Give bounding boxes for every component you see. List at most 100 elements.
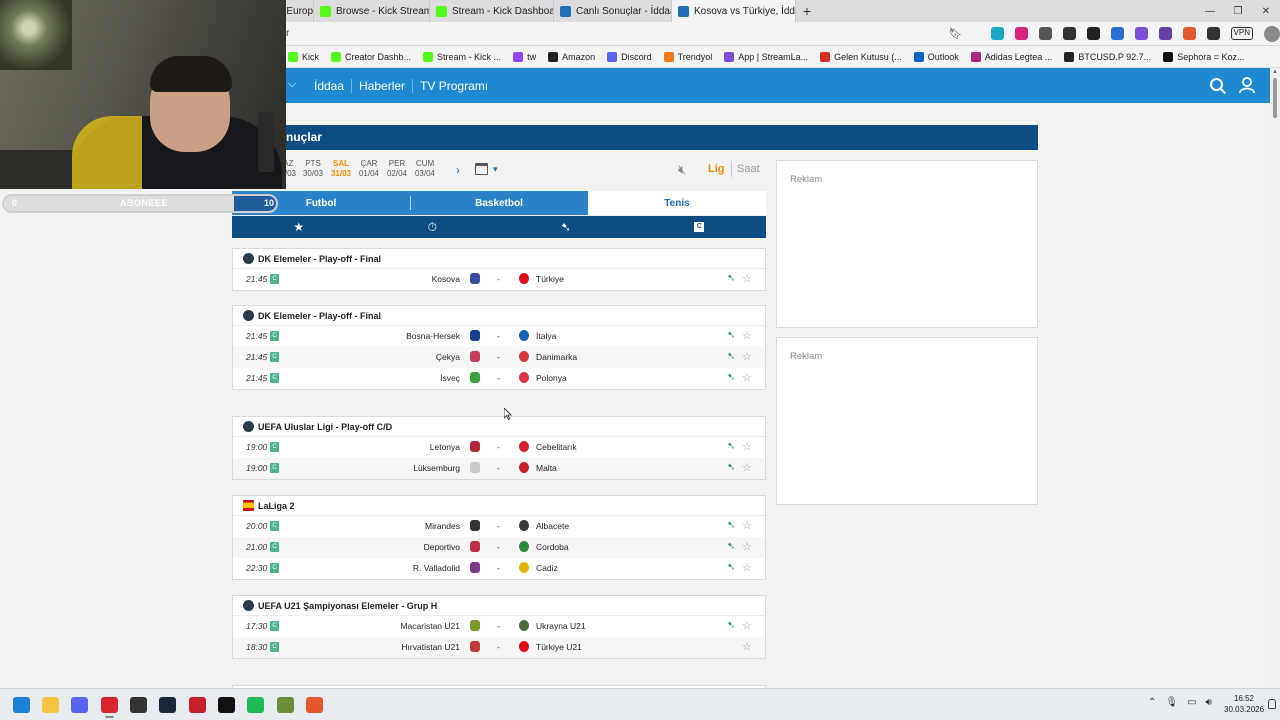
obs-icon[interactable] bbox=[130, 697, 147, 713]
match-row[interactable]: 20:00 C Mirandes - Albacete ➷ ☆ bbox=[233, 516, 765, 537]
away-team[interactable]: Polonya bbox=[536, 373, 567, 383]
file-explorer-icon[interactable] bbox=[42, 697, 59, 713]
extension-icon[interactable] bbox=[1062, 27, 1076, 40]
windows-start-icon[interactable] bbox=[13, 697, 30, 713]
steam-icon[interactable] bbox=[159, 697, 176, 713]
twitch-extension-icon[interactable] bbox=[1158, 27, 1172, 40]
home-team[interactable]: Lüksemburg bbox=[413, 463, 460, 473]
league-header[interactable]: LaLiga 2 bbox=[233, 496, 765, 516]
odds-icon[interactable]: ➷ bbox=[727, 372, 738, 383]
bookmark-icon[interactable]: 🔖︎ bbox=[949, 27, 963, 40]
bookmark-item[interactable]: Sephora = Koz... bbox=[1163, 51, 1244, 62]
league-header[interactable]: DK Elemeler - Play-off - Final bbox=[233, 249, 765, 269]
bookmark-item[interactable]: Amazon bbox=[548, 51, 595, 62]
odds-icon[interactable]: ➷ bbox=[727, 273, 738, 284]
extension-icon[interactable] bbox=[1038, 27, 1052, 40]
brave-shield-icon[interactable] bbox=[1182, 27, 1196, 40]
date-tab[interactable]: SAL 31/03 bbox=[326, 159, 356, 179]
chevron-right-icon[interactable]: › bbox=[456, 163, 460, 177]
vivaldi-icon[interactable] bbox=[101, 697, 118, 718]
sort-by-time-button[interactable]: Saat bbox=[737, 163, 760, 175]
match-row[interactable]: 22:30 C R. Valladolid - Cadiz ➷ ☆ bbox=[233, 558, 765, 579]
page-scrollbar[interactable]: ▲ bbox=[1270, 68, 1280, 688]
away-team[interactable]: Malta bbox=[536, 463, 557, 473]
away-team[interactable]: Cordoba bbox=[536, 542, 569, 552]
live-stream-badge[interactable]: C bbox=[270, 373, 279, 383]
live-stream-badge[interactable]: C bbox=[270, 274, 279, 284]
date-tab[interactable]: CUM 03/04 bbox=[410, 159, 440, 179]
bookmark-item[interactable]: Trendyol bbox=[663, 51, 712, 62]
close-window-icon[interactable]: ✕ bbox=[1252, 6, 1280, 17]
tv-filter-button[interactable]: C bbox=[633, 216, 767, 238]
nav-link-tv-programi[interactable]: TV Programı bbox=[413, 79, 495, 93]
away-team[interactable]: Ukrayna U21 bbox=[536, 621, 586, 631]
odds-icon[interactable]: ➷ bbox=[727, 462, 738, 473]
bookmark-item[interactable]: Gelen Kutusu (... bbox=[820, 51, 902, 62]
bookmark-item[interactable]: Outlook bbox=[913, 51, 959, 62]
tab-tenis[interactable]: Tenis bbox=[588, 191, 766, 215]
volume-icon[interactable]: 🔊︎ bbox=[1206, 697, 1212, 708]
favorite-star-icon[interactable]: ☆ bbox=[742, 561, 752, 574]
browser-tab[interactable]: Canlı Sonuçlar - İddaa Sonu bbox=[554, 0, 672, 22]
odds-icon[interactable]: ➷ bbox=[727, 520, 738, 531]
league-header[interactable]: DK Elemeler - Play-off - Final bbox=[233, 306, 765, 326]
home-team[interactable]: İsveç bbox=[440, 373, 460, 383]
date-tab[interactable]: PER 02/04 bbox=[382, 159, 412, 179]
date-tab[interactable]: ÇAR 01/04 bbox=[354, 159, 384, 179]
capcut-icon[interactable] bbox=[218, 697, 235, 713]
bookmark-item[interactable]: App | StreamLa... bbox=[724, 51, 808, 62]
live-stream-badge[interactable]: C bbox=[270, 621, 279, 631]
extension-icon[interactable] bbox=[1134, 27, 1148, 40]
maximize-icon[interactable]: ❐ bbox=[1224, 6, 1252, 17]
bookmark-item[interactable]: Stream - Kick ... bbox=[423, 51, 501, 62]
bookmark-item[interactable]: Creator Dashb... bbox=[331, 51, 411, 62]
calendar-icon[interactable] bbox=[475, 163, 488, 175]
favorite-star-icon[interactable]: ☆ bbox=[742, 371, 752, 384]
away-team[interactable]: Türkiye bbox=[536, 274, 564, 284]
ad-slot[interactable]: Reklam bbox=[776, 337, 1038, 505]
home-team[interactable]: Mirandes bbox=[425, 521, 460, 531]
bookmark-item[interactable]: tw bbox=[513, 51, 536, 62]
network-icon[interactable]: ▭ bbox=[1187, 697, 1196, 708]
home-team[interactable]: Letonya bbox=[430, 442, 460, 452]
extension-icon[interactable] bbox=[1110, 27, 1124, 40]
chevron-down-icon[interactable]: ▾ bbox=[493, 164, 498, 175]
profile-avatar[interactable] bbox=[1264, 25, 1280, 42]
nav-link-iddaa[interactable]: İddaa bbox=[307, 78, 353, 93]
league-header[interactable]: UEFA Uluslar Ligi - Play-off C/D bbox=[233, 417, 765, 437]
home-team[interactable]: Kosova bbox=[432, 274, 460, 284]
match-row[interactable]: 17:30 C Macaristan U21 - Ukrayna U21 ➷ ☆ bbox=[233, 616, 765, 637]
live-stream-badge[interactable]: C bbox=[270, 542, 279, 552]
bookmark-item[interactable]: Adidas Legtea ... bbox=[970, 51, 1052, 62]
vpn-button[interactable]: VPN bbox=[1230, 27, 1253, 40]
live-stream-badge[interactable]: C bbox=[270, 463, 279, 473]
favorite-star-icon[interactable]: ☆ bbox=[742, 272, 752, 285]
sound-mute-icon[interactable]: 🔇︎ bbox=[678, 162, 686, 178]
away-team[interactable]: Türkiye U21 bbox=[536, 642, 582, 652]
search-icon[interactable] bbox=[1209, 77, 1227, 95]
ad-slot[interactable]: Reklam bbox=[776, 160, 1038, 328]
extension-icon[interactable] bbox=[1086, 27, 1100, 40]
home-team[interactable]: R. Valladolid bbox=[413, 563, 460, 573]
browser-tab[interactable]: Browse - Kick Streaming bbox=[314, 0, 430, 22]
home-team[interactable]: Çekya bbox=[436, 352, 460, 362]
notification-icon[interactable] bbox=[1268, 699, 1276, 709]
favorite-star-icon[interactable]: ☆ bbox=[742, 350, 752, 363]
microphone-icon[interactable]: 🎙︎ bbox=[1165, 697, 1178, 708]
away-team[interactable]: Cadiz bbox=[536, 563, 558, 573]
chevron-up-icon[interactable]: ⌃ bbox=[1148, 697, 1156, 708]
favorite-star-icon[interactable]: ☆ bbox=[742, 461, 752, 474]
away-team[interactable]: Cebelitarık bbox=[536, 442, 577, 452]
redis-icon[interactable] bbox=[189, 697, 206, 713]
minecraft-icon[interactable] bbox=[277, 697, 294, 713]
sort-by-league-button[interactable]: Lig bbox=[708, 163, 725, 175]
chevron-down-icon[interactable]: ⌵ bbox=[288, 78, 296, 91]
live-stream-badge[interactable]: C bbox=[270, 442, 279, 452]
odds-icon[interactable]: ➷ bbox=[727, 562, 738, 573]
match-row[interactable]: 21:45 C Çekya - Danimarka ➷ ☆ bbox=[233, 347, 765, 368]
live-filter-button[interactable]: ⏱︎ bbox=[366, 216, 500, 238]
scroll-up-icon[interactable]: ▲ bbox=[1272, 69, 1278, 75]
odds-icon[interactable]: ➷ bbox=[727, 441, 738, 452]
extension-icon[interactable] bbox=[990, 27, 1004, 40]
away-team[interactable]: Danimarka bbox=[536, 352, 577, 362]
